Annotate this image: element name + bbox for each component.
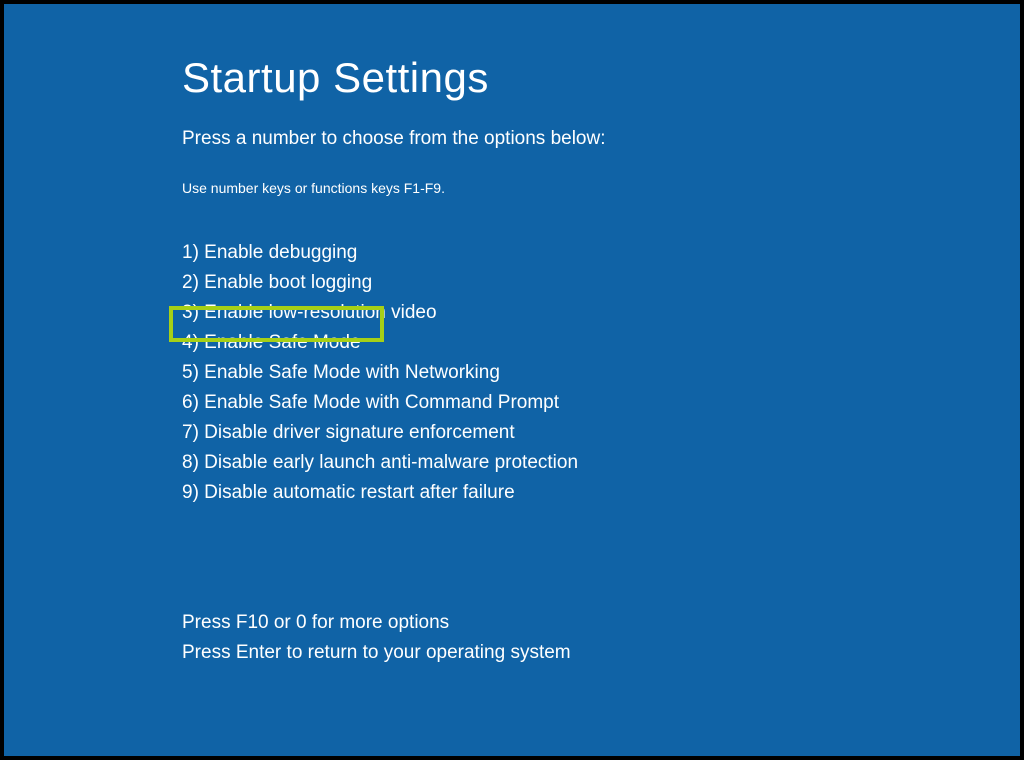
options-list: 1) Enable debugging 2) Enable boot loggi… xyxy=(182,238,1020,508)
option-7-disable-driver-sig[interactable]: 7) Disable driver signature enforcement xyxy=(182,418,1020,448)
startup-settings-screen: Startup Settings Press a number to choos… xyxy=(4,4,1020,756)
page-title: Startup Settings xyxy=(182,54,1020,102)
option-6-safe-mode-cmd[interactable]: 6) Enable Safe Mode with Command Prompt xyxy=(182,388,1020,418)
instruction-text: Press a number to choose from the option… xyxy=(182,128,1020,150)
more-options-text: Press F10 or 0 for more options xyxy=(182,608,1020,638)
option-1-debugging[interactable]: 1) Enable debugging xyxy=(182,238,1020,268)
footer-instructions: Press F10 or 0 for more options Press En… xyxy=(182,608,1020,668)
option-4-safe-mode[interactable]: 4) Enable Safe Mode xyxy=(182,328,1020,358)
option-2-boot-logging[interactable]: 2) Enable boot logging xyxy=(182,268,1020,298)
option-3-low-res-video[interactable]: 3) Enable low-resolution video xyxy=(182,298,1020,328)
option-9-disable-auto-restart[interactable]: 9) Disable automatic restart after failu… xyxy=(182,478,1020,508)
hint-text: Use number keys or functions keys F1-F9. xyxy=(182,180,1020,196)
return-text: Press Enter to return to your operating … xyxy=(182,638,1020,668)
option-5-safe-mode-networking[interactable]: 5) Enable Safe Mode with Networking xyxy=(182,358,1020,388)
option-8-disable-antimalware[interactable]: 8) Disable early launch anti-malware pro… xyxy=(182,448,1020,478)
